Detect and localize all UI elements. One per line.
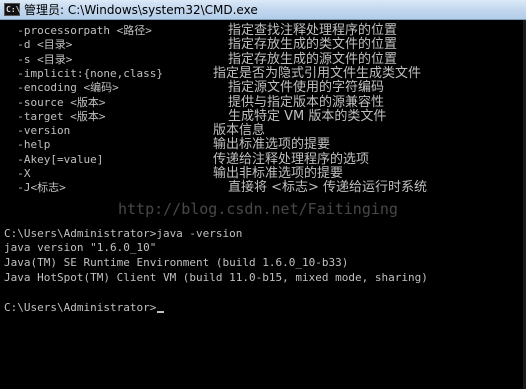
option-flag: -target <版本> [4, 109, 106, 123]
text-cursor [157, 311, 165, 313]
option-description: 版本信息 [213, 123, 266, 139]
option-description: 直接将 <标志> 传递给运行时系统 [228, 180, 428, 196]
session-line: Java(TM) SE Runtime Environment (build 1… [4, 256, 349, 269]
option-description: 指定是否为隐式引用文件生成类文件 [213, 65, 422, 81]
option-description: 指定源文件使用的字符编码 [228, 80, 385, 96]
option-flag: -version [4, 124, 71, 138]
session-line: C:\Users\Administrator>java -version [4, 227, 243, 240]
option-flag: -source <版本> [4, 95, 106, 109]
option-flag: -processorpath <路径> [4, 24, 152, 37]
console-output[interactable]: -processorpath <路径> 指定查找注释处理程序的位置 -d <目录>… [0, 20, 526, 389]
option-flag: -Akey[=value] [4, 152, 104, 166]
option-flag: -J<标志> [4, 181, 66, 195]
command-prompt: C:\Users\Administrator> [4, 301, 165, 315]
cmd-icon: C:\ [4, 3, 21, 16]
option-flag: -implicit:{none,class} [4, 66, 163, 80]
option-description: 指定存放生成的源文件的位置 [228, 51, 398, 67]
option-flag: -X [4, 167, 31, 180]
option-flag: -d <目录> [4, 38, 73, 52]
option-description: 提供与指定版本的源兼容性 [228, 94, 385, 110]
session-line: Java HotSpot(TM) Client VM (build 11.0-b… [4, 271, 428, 284]
session-line: java version "1.6.0_10" [4, 241, 157, 254]
option-flag: -s <目录> [4, 52, 73, 66]
option-description: 指定查找注释处理程序的位置 [228, 23, 398, 38]
option-flag: -help [4, 138, 51, 152]
option-flag: -encoding <编码> [4, 81, 119, 95]
option-description: 输出非标准选项的提要 [213, 166, 344, 181]
window-title: 管理员: C:\Windows\system32\CMD.exe [24, 3, 258, 17]
option-description: 传递给注释处理程序的选项 [213, 151, 370, 167]
watermark-text: http://blog.csdn.net/Faitinging [118, 200, 398, 218]
option-description: 指定存放生成的类文件的位置 [228, 37, 398, 53]
title-bar[interactable]: C:\ 管理员: C:\Windows\system32\CMD.exe [0, 0, 526, 20]
option-description: 输出标准选项的提要 [213, 137, 331, 153]
option-description: 生成特定 VM 版本的类文件 [228, 108, 387, 124]
